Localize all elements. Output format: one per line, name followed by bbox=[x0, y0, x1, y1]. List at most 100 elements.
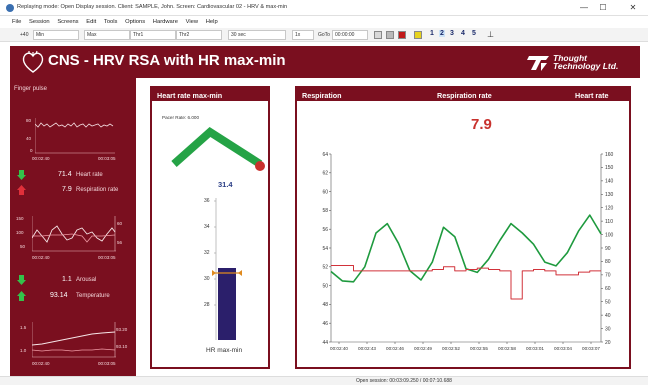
hr-max-min-bar-gauge bbox=[212, 198, 242, 340]
pause-icon[interactable] bbox=[386, 31, 394, 39]
menu-screens[interactable]: Screens bbox=[57, 19, 78, 25]
hr-bar-fill bbox=[218, 268, 236, 340]
x-tick-label: 00:02:58 bbox=[498, 346, 516, 351]
resp-header-right: Heart rate bbox=[575, 91, 609, 100]
screen-4-button[interactable]: 4 bbox=[461, 30, 465, 37]
x-tick-label: 00:02:46 bbox=[386, 346, 404, 351]
menu-session[interactable]: Session bbox=[29, 19, 50, 25]
x-tick-label: 00:02:40 bbox=[330, 346, 348, 351]
finger-pulse-graph bbox=[35, 118, 115, 154]
hr-max-min-value: 31.4 bbox=[218, 180, 233, 189]
heart-rate-value: 71.4 bbox=[58, 171, 72, 178]
arrow-down-icon bbox=[17, 170, 26, 180]
layout-icon[interactable]: ⊥ bbox=[487, 30, 494, 39]
y-tick-label-left: 56 bbox=[322, 227, 328, 233]
menu-help[interactable]: Help bbox=[206, 19, 218, 25]
screen-1-button[interactable]: 1 bbox=[430, 30, 434, 37]
y-tick-label-right: 70 bbox=[605, 273, 611, 279]
bar-tick: 28 bbox=[204, 302, 210, 308]
fp-time: 00:03:05 bbox=[98, 156, 116, 161]
y-tick-label-right: 50 bbox=[605, 300, 611, 306]
arrow-up-icon bbox=[17, 291, 26, 301]
logo-text: Thought Technology Ltd. bbox=[553, 54, 619, 71]
arousal-value: 1.1 bbox=[62, 276, 72, 283]
goto-input[interactable]: 00:00:00 bbox=[332, 30, 368, 40]
bot-tick-right: 93.20 bbox=[116, 327, 128, 332]
respiration-series-line bbox=[330, 214, 602, 283]
left-instruments-panel: Finger pulse 80 40 0 00:02:40 00:03:05 7… bbox=[10, 78, 136, 376]
y-tick-label-left: 62 bbox=[322, 171, 328, 177]
stop-icon[interactable] bbox=[374, 31, 382, 39]
resp-rate-big-value: 7.9 bbox=[471, 116, 492, 133]
hr-respiration-mini-graph bbox=[32, 216, 116, 252]
pause-marker-icon[interactable] bbox=[414, 31, 422, 39]
mid-tick: 50 bbox=[20, 244, 26, 249]
resp-rate-label: Respiration rate bbox=[76, 187, 119, 193]
y-tick-label-right: 110 bbox=[605, 219, 613, 225]
logo-mark-icon bbox=[527, 56, 549, 71]
max-select[interactable]: Max bbox=[84, 30, 130, 40]
x-tick-label: 00:02:49 bbox=[414, 346, 432, 351]
close-button[interactable]: ✕ bbox=[627, 3, 639, 12]
y-tick-label-right: 140 bbox=[605, 179, 614, 185]
breathing-pacer bbox=[171, 126, 265, 171]
screen-2-button[interactable]: 2 bbox=[439, 30, 445, 37]
speed-select[interactable]: 1x bbox=[292, 30, 314, 40]
thr1-select[interactable]: Thr1 bbox=[130, 30, 176, 40]
heart-rate-series-line bbox=[331, 264, 601, 300]
minimize-button[interactable]: — bbox=[578, 3, 590, 12]
fp-tick: 80 bbox=[26, 118, 32, 123]
y-tick-label-right: 40 bbox=[605, 313, 611, 319]
screen-5-button[interactable]: 5 bbox=[472, 30, 476, 37]
bar-tick: 30 bbox=[204, 276, 210, 282]
y-tick-label-left: 44 bbox=[322, 340, 328, 346]
y-tick-label-right: 90 bbox=[605, 246, 611, 252]
hr-panel-header: Heart rate max-min bbox=[152, 88, 268, 101]
temperature-value: 93.14 bbox=[50, 292, 68, 299]
thr2-select[interactable]: Thr2 bbox=[176, 30, 222, 40]
resp-rate-value: 7.9 bbox=[62, 186, 72, 193]
screen-3-button[interactable]: 3 bbox=[450, 30, 454, 37]
min-select[interactable]: Min bbox=[33, 30, 79, 40]
menu-edit[interactable]: Edit bbox=[86, 19, 96, 25]
x-tick-label: 00:02:43 bbox=[358, 346, 376, 351]
heart-rate-label: Heart rate bbox=[76, 172, 103, 178]
y-tick-label-right: 30 bbox=[605, 326, 611, 332]
app-icon bbox=[6, 4, 14, 12]
y-tick-label-right: 80 bbox=[605, 259, 611, 265]
respiration-heart-rate-chart: 64 62 60 58 56 54 52 50 48 46 44 160 150 140 130 120 110… bbox=[322, 152, 614, 351]
menu-bar: File Session Screens Edit Tools Options … bbox=[0, 16, 648, 28]
window-titlebar: Replaying mode: Open Display session. Cl… bbox=[0, 0, 648, 16]
screen-banner: CNS - HRV RSA with HR max-min Thought Te… bbox=[10, 46, 640, 78]
mid-time: 00:02:40 bbox=[32, 255, 50, 260]
maximize-button[interactable]: ☐ bbox=[597, 3, 609, 12]
hr-max-min-panel: Heart rate max-min Pacer Rate: 6.000 31.… bbox=[150, 86, 270, 369]
mid-tick-right: 56 bbox=[117, 240, 123, 245]
mid-tick: 100 bbox=[16, 230, 24, 235]
y-tick-label-left: 48 bbox=[322, 302, 328, 308]
menu-tools[interactable]: Tools bbox=[104, 19, 118, 25]
y-tick-label-right: 160 bbox=[605, 152, 614, 158]
menu-options[interactable]: Options bbox=[125, 19, 145, 25]
y-tick-label-right: 60 bbox=[605, 286, 611, 292]
menu-file[interactable]: File bbox=[12, 19, 21, 25]
y-tick-label-right: 20 bbox=[605, 340, 611, 346]
goto-label: GoTo bbox=[318, 32, 330, 38]
fp-tick: 40 bbox=[26, 136, 32, 141]
logo-line-2: Technology Ltd. bbox=[553, 61, 619, 71]
temperature-label: Temperature bbox=[76, 293, 110, 299]
resp-header-left: Respiration bbox=[302, 91, 342, 100]
bot-time: 00:02:40 bbox=[32, 361, 50, 366]
menu-view[interactable]: View bbox=[186, 19, 198, 25]
y-tick-label-right: 100 bbox=[605, 232, 614, 238]
y-tick-label-left: 46 bbox=[322, 321, 328, 327]
arrow-down-icon bbox=[17, 275, 26, 285]
timebase-select[interactable]: 30 sec bbox=[228, 30, 286, 40]
menu-hardware[interactable]: Hardware bbox=[153, 19, 178, 25]
y-tick-label-left: 52 bbox=[322, 265, 328, 271]
arousal-temperature-mini-graph bbox=[32, 322, 116, 358]
bar-tick: 36 bbox=[204, 198, 210, 204]
fp-time: 00:02:40 bbox=[32, 156, 50, 161]
record-icon[interactable] bbox=[398, 31, 406, 39]
bot-tick: 1.0 bbox=[20, 348, 27, 353]
